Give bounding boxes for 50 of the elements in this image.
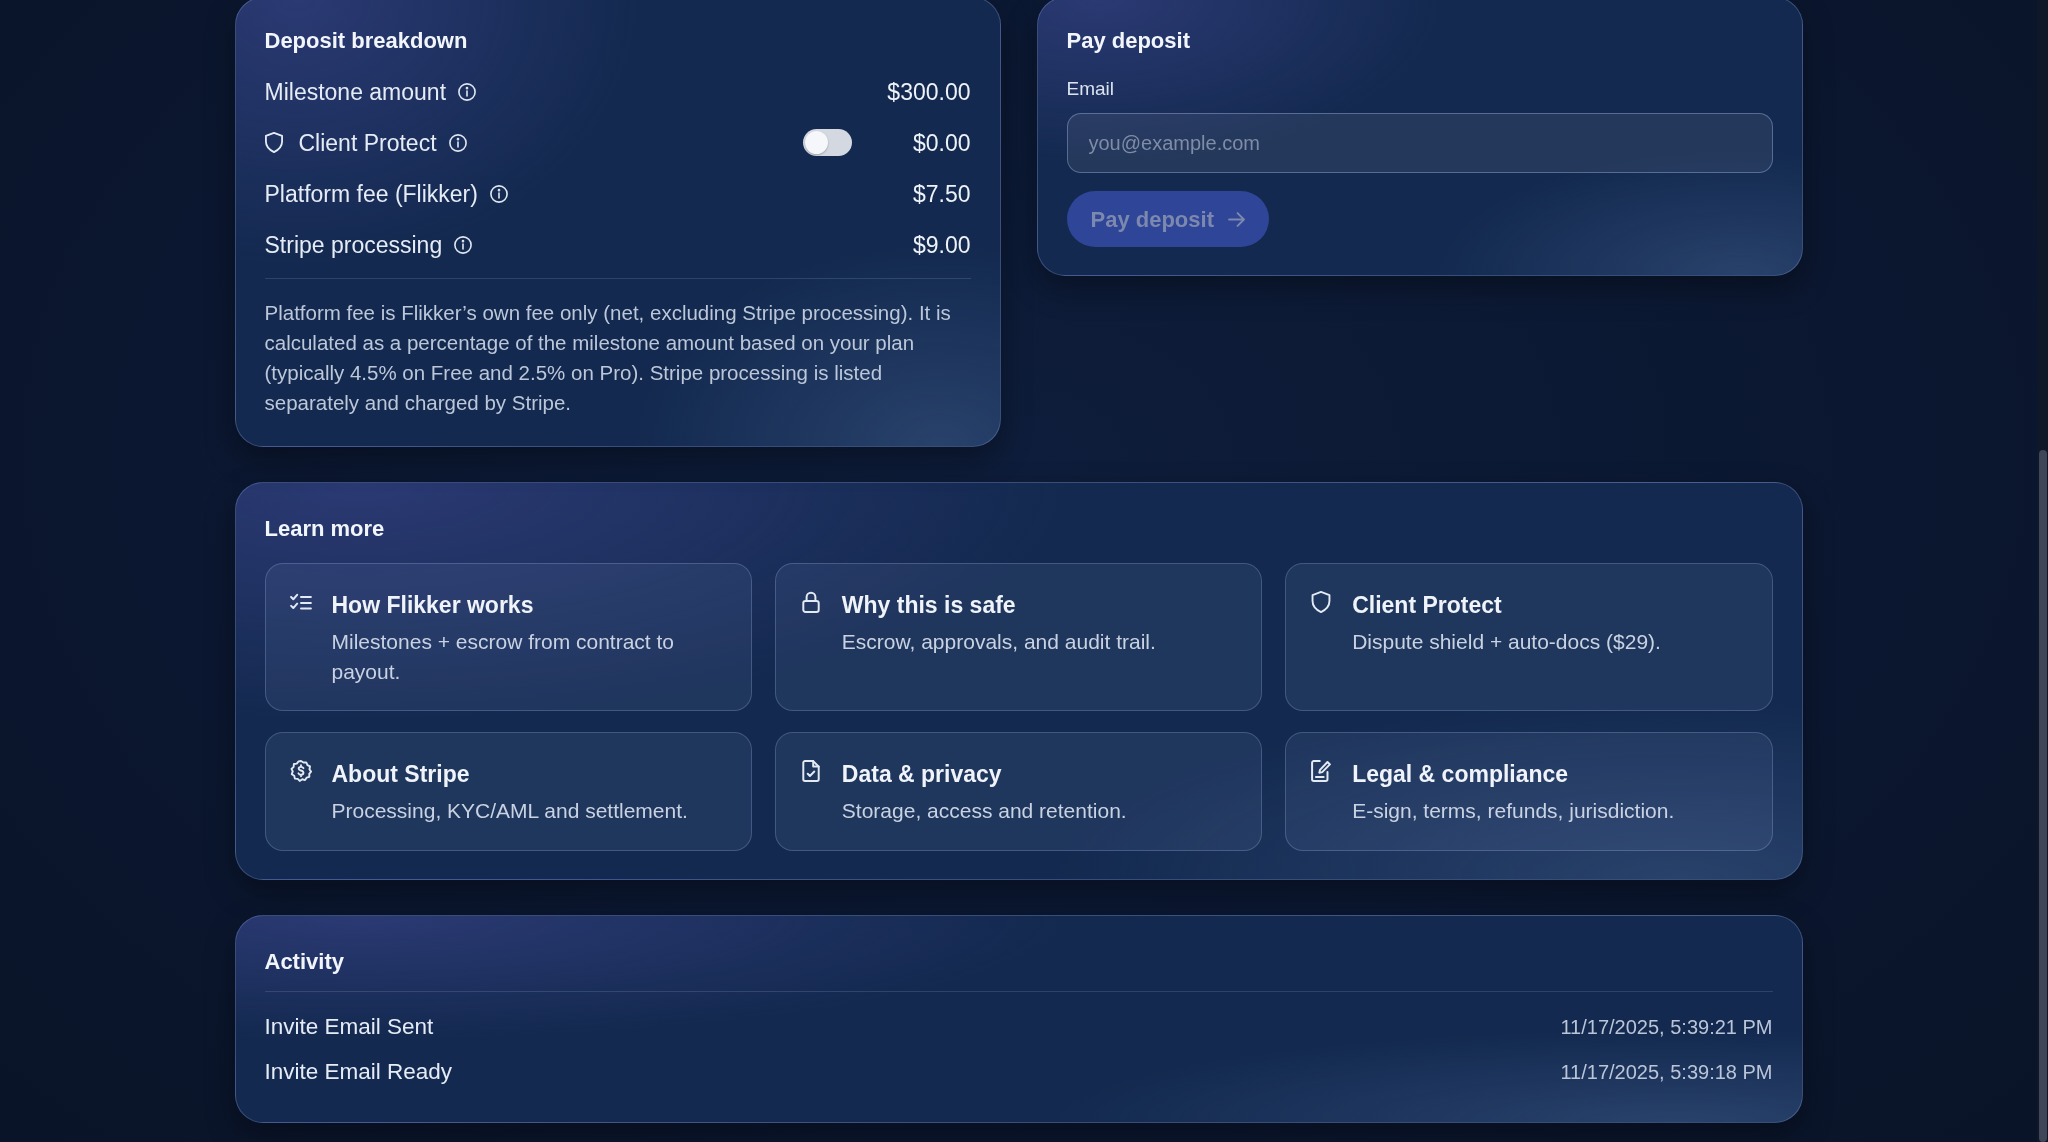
fee-label: Platform fee (Flikker)	[264, 179, 478, 209]
shield-icon	[264, 132, 283, 153]
tile-title: Data & privacy	[841, 760, 1003, 789]
fee-note: Platform fee is Flikker’s own fee only (net, excluding Stripe processing). It is calculated as a percentage of the milestone amount based on your plan (typically 4.5% on Free and 2.5% on Pro). Stripe processing is listed separately and charged by Stripe.	[264, 300, 952, 416]
dollar-badge-icon	[289, 760, 312, 782]
info-icon[interactable]	[454, 235, 473, 254]
tile-description: Escrow, approvals, and audit trail.	[841, 629, 1156, 655]
lock-icon	[799, 591, 822, 613]
tile-title: Legal & compliance	[1352, 760, 1570, 789]
fee-amount: $300.00	[886, 77, 971, 107]
card-heading: Activity	[264, 948, 345, 976]
tile-title: Why this is safe	[841, 591, 1017, 620]
event-time: 11/17/2025, 5:39:18 PM	[1560, 1059, 1773, 1085]
learn-more-tile[interactable]: Data & privacy Storage, access and retention.	[774, 732, 1263, 851]
arrow-right-icon	[1228, 210, 1245, 228]
fee-amount: $7.50	[911, 179, 971, 209]
tile-description: E-sign, terms, refunds, jurisdiction.	[1352, 798, 1675, 824]
event-time: 11/17/2025, 5:39:21 PM	[1560, 1014, 1773, 1040]
tile-description: Dispute shield + auto-docs ($29).	[1352, 629, 1661, 655]
scrollbar-thumb[interactable]	[2039, 450, 2047, 1142]
learn-more-tile[interactable]: Client Protect Dispute shield + auto-docs ($29).	[1285, 563, 1773, 711]
card-heading: Pay deposit	[1066, 27, 1191, 55]
learn-more-tile[interactable]: Legal & compliance E-sign, terms, refunds, jurisdiction.	[1285, 732, 1773, 851]
info-icon[interactable]	[448, 133, 467, 152]
fee-amount: $9.00	[911, 230, 971, 260]
info-icon[interactable]	[458, 82, 477, 101]
learn-more-tile[interactable]: About Stripe Processing, KYC/AML and settlement.	[264, 732, 752, 851]
tile-title: How Flikker works	[331, 591, 535, 620]
checklist-icon	[289, 591, 312, 613]
fee-label: Milestone amount	[264, 77, 447, 107]
activity-event: Invite Email Sent	[264, 1012, 434, 1041]
tile-title: About Stripe	[331, 760, 471, 789]
tile-description: Processing, KYC/AML and settlement.	[331, 798, 688, 824]
shield-icon	[1310, 591, 1333, 613]
fee-label: Client Protect	[298, 128, 437, 158]
tile-title: Client Protect	[1352, 591, 1503, 620]
document-pen-icon	[1310, 760, 1333, 782]
learn-more-tile[interactable]: Why this is safe Escrow, approvals, and audit trail.	[774, 563, 1263, 711]
fee-amount: $0.00	[911, 128, 971, 158]
document-check-icon	[799, 760, 822, 782]
toggle-switch[interactable]	[802, 129, 852, 156]
card-heading: Learn more	[264, 515, 386, 543]
learn-more-tile[interactable]: How Flikker works Milestones + escrow from contract to payout.	[264, 563, 752, 711]
activity-event: Invite Email Ready	[264, 1057, 453, 1086]
info-icon[interactable]	[489, 184, 508, 203]
field-label: Email	[1066, 77, 1115, 101]
tile-description: Storage, access and retention.	[841, 798, 1127, 824]
fee-label: Stripe processing	[264, 230, 443, 260]
card-heading: Deposit breakdown	[264, 27, 469, 55]
tile-description: Milestones + escrow from contract to payout.	[331, 629, 676, 685]
